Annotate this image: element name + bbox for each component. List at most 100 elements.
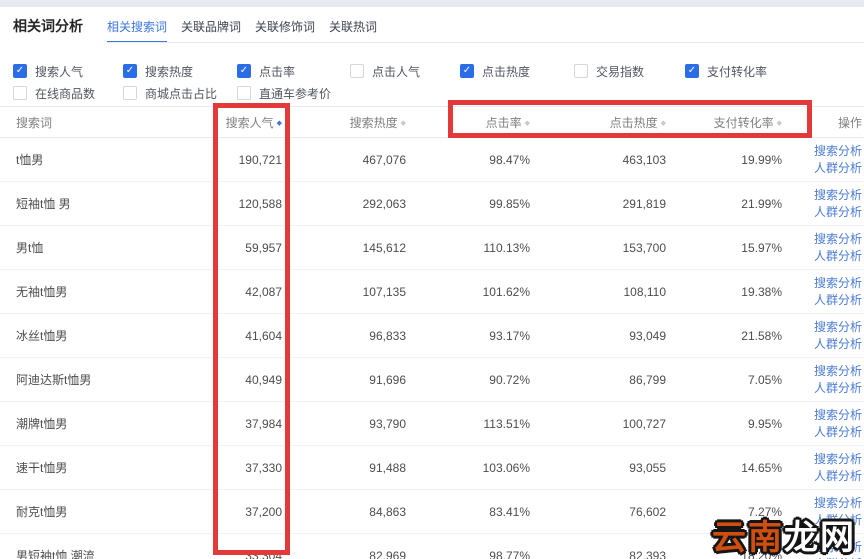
filter-label: 交易指数: [596, 64, 645, 79]
click-heat-cell: 76,602: [629, 504, 666, 519]
action-cell: 搜索分析人群分析: [782, 407, 862, 441]
search-analysis-link[interactable]: 搜索分析: [814, 231, 862, 248]
crowd-analysis-link[interactable]: 人群分析: [814, 204, 862, 221]
pay-conversion-cell: 21.58%: [741, 328, 782, 343]
action-cell: 搜索分析人群分析: [782, 363, 862, 397]
filter-click-popularity[interactable]: 点击人气: [350, 63, 420, 79]
crowd-analysis-link[interactable]: 人群分析: [814, 424, 862, 441]
checkbox-icon: [123, 86, 137, 100]
search-analysis-link[interactable]: 搜索分析: [814, 143, 862, 160]
action-cell: 搜索分析人群分析: [782, 143, 862, 177]
search-popularity-cell: 37,200: [245, 504, 282, 519]
search-heat-cell: 91,696: [369, 372, 406, 387]
keyword-cell: 阿迪达斯t恤男: [16, 373, 92, 387]
search-analysis-link[interactable]: 搜索分析: [814, 363, 862, 380]
tab-related-search-words[interactable]: 相关搜索词: [107, 7, 168, 43]
search-heat-cell: 96,833: [369, 328, 406, 343]
header-search-popularity-sort[interactable]: 搜索人气 ◆: [212, 114, 282, 131]
click-rate-cell: 93.17%: [489, 328, 530, 343]
search-analysis-link[interactable]: 搜索分析: [814, 187, 862, 204]
search-heat-cell: 82,969: [369, 548, 406, 559]
search-heat-cell: 91,488: [369, 460, 406, 475]
table-row: 男t恤 59,957 145,612 110.13% 153,700 15.97…: [0, 226, 864, 270]
filter-label: 支付转化率: [707, 64, 768, 79]
search-analysis-link[interactable]: 搜索分析: [814, 451, 862, 468]
search-heat-cell: 107,135: [362, 284, 406, 299]
click-rate-cell: 101.62%: [482, 284, 530, 299]
crowd-analysis-link[interactable]: 人群分析: [814, 468, 862, 485]
keyword-cell: 潮牌t恤男: [16, 417, 68, 431]
pay-conversion-cell: 14.65%: [741, 460, 782, 475]
search-popularity-cell: 190,721: [238, 152, 282, 167]
click-heat-cell: 93,055: [629, 460, 666, 475]
search-heat-cell: 145,612: [362, 240, 406, 255]
header-pay-conversion-sort[interactable]: 支付转化率 ◆: [666, 114, 782, 131]
filter-pay-conversion[interactable]: 支付转化率: [685, 63, 767, 79]
action-cell: 搜索分析人群分析: [782, 319, 862, 353]
keyword-cell: 短袖t恤 男: [16, 197, 71, 211]
search-analysis-link[interactable]: 搜索分析: [814, 495, 862, 512]
filter-label: 点击热度: [482, 64, 531, 79]
pay-conversion-cell: 15.97%: [741, 240, 782, 255]
crowd-analysis-link[interactable]: 人群分析: [814, 380, 862, 397]
crowd-analysis-link[interactable]: 人群分析: [814, 248, 862, 265]
filter-click-rate[interactable]: 点击率: [237, 63, 295, 79]
filter-label: 点击人气: [372, 64, 421, 79]
click-heat-cell: 82,393: [629, 548, 666, 559]
search-popularity-cell: 42,087: [245, 284, 282, 299]
crowd-analysis-link[interactable]: 人群分析: [814, 292, 862, 309]
pay-conversion-cell: 19.99%: [741, 152, 782, 167]
checkbox-icon: [685, 64, 699, 78]
header-click-heat-sort[interactable]: 点击热度 ◆: [530, 114, 666, 131]
checkbox-icon: [237, 86, 251, 100]
checkbox-icon: [13, 64, 27, 78]
checkbox-icon: [237, 64, 251, 78]
filter-search-popularity[interactable]: 搜索人气: [13, 63, 83, 79]
filter-label: 搜索人气: [35, 64, 84, 79]
filter-label: 商城点击占比: [145, 86, 218, 101]
search-analysis-link[interactable]: 搜索分析: [814, 407, 862, 424]
search-popularity-cell: 120,588: [238, 196, 282, 211]
search-heat-cell: 84,863: [369, 504, 406, 519]
filter-mall-click-share[interactable]: 商城点击占比: [123, 85, 217, 101]
checkbox-icon: [123, 64, 137, 78]
keyword-cell: 男短袖t恤 潮流: [16, 549, 95, 559]
search-heat-cell: 467,076: [362, 152, 406, 167]
search-popularity-cell: 37,984: [245, 416, 282, 431]
header-click-rate-sort[interactable]: 点击率 ◆: [406, 114, 530, 131]
search-analysis-link[interactable]: 搜索分析: [814, 319, 862, 336]
checkbox-icon: [350, 64, 364, 78]
click-heat-cell: 463,103: [622, 152, 666, 167]
keyword-analysis-panel: 相关词分析 相关搜索词 关联品牌词 关联修饰词 关联热词 搜索人气 搜索热度 点…: [0, 0, 864, 559]
header-search-heat-sort[interactable]: 搜索热度 ◆: [282, 114, 406, 131]
click-heat-cell: 100,727: [622, 416, 666, 431]
filter-trade-index[interactable]: 交易指数: [574, 63, 644, 79]
tab-related-modifier-words[interactable]: 关联修饰词: [255, 7, 315, 43]
watermark-text-left: 云南: [712, 519, 784, 557]
header-action: 操作: [837, 115, 862, 130]
click-rate-cell: 113.51%: [483, 416, 530, 431]
top-strip: [0, 0, 864, 7]
crowd-analysis-link[interactable]: 人群分析: [814, 160, 862, 177]
table-row: 潮牌t恤男 37,984 93,790 113.51% 100,727 9.95…: [0, 402, 864, 446]
filter-search-heat[interactable]: 搜索热度: [123, 63, 193, 79]
tab-related-hot-words[interactable]: 关联热词: [329, 7, 377, 43]
click-rate-cell: 90.72%: [489, 372, 530, 387]
keyword-cell: 无袖t恤男: [16, 285, 68, 299]
watermark: 云南龙网: [712, 510, 856, 559]
tab-related-brand-words[interactable]: 关联品牌词: [181, 7, 241, 43]
search-analysis-link[interactable]: 搜索分析: [814, 275, 862, 292]
filter-label: 在线商品数: [35, 86, 96, 101]
click-rate-cell: 98.47%: [489, 152, 530, 167]
keyword-cell: 男t恤: [16, 241, 44, 255]
pay-conversion-cell: 7.05%: [747, 372, 782, 387]
filter-click-heat[interactable]: 点击热度: [460, 63, 530, 79]
pay-conversion-cell: 9.95%: [747, 416, 782, 431]
filter-ztc-reference-price[interactable]: 直通车参考价: [237, 85, 331, 101]
click-rate-cell: 103.06%: [482, 460, 530, 475]
pay-conversion-cell: 21.99%: [741, 196, 782, 211]
tabbar-divider: [107, 42, 864, 43]
click-rate-cell: 110.13%: [483, 240, 530, 255]
filter-online-products[interactable]: 在线商品数: [13, 85, 95, 101]
crowd-analysis-link[interactable]: 人群分析: [814, 336, 862, 353]
